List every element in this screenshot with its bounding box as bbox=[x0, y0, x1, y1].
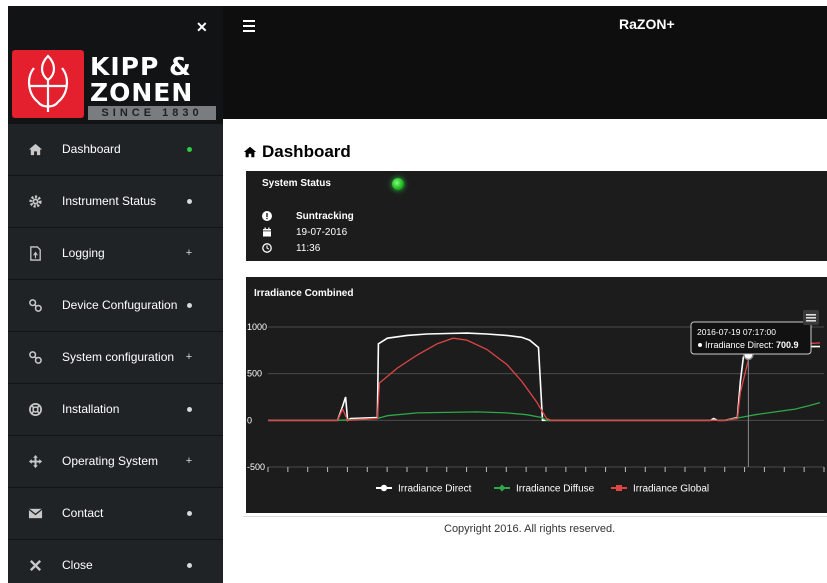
system-status-title: System Status bbox=[262, 178, 331, 189]
exclamation-circle-icon bbox=[262, 211, 272, 221]
sidebar-item-close[interactable]: Close bbox=[8, 540, 223, 583]
app-window: ✕ KIPP & ZONEN SINCE 1830 Dashboard Inst… bbox=[0, 0, 827, 583]
sidebar-item-label: Operating System bbox=[62, 454, 159, 468]
sidebar-header: ✕ KIPP & ZONEN SINCE 1830 bbox=[8, 6, 223, 124]
status-time: 11:36 bbox=[296, 242, 321, 254]
page-title-text: Dashboard bbox=[262, 142, 351, 161]
indicator-dot bbox=[182, 402, 196, 416]
sidebar-item-label: Logging bbox=[62, 246, 105, 260]
status-row-time: 11:36 bbox=[262, 241, 320, 255]
chart-context-menu-icon[interactable] bbox=[803, 310, 819, 325]
legend-item-irradiance-diffuse[interactable]: Irradiance Diffuse bbox=[494, 484, 595, 495]
lifebuoy-icon bbox=[26, 400, 44, 418]
indicator-dot bbox=[182, 506, 196, 520]
link-icon bbox=[26, 296, 44, 314]
legend-label: Irradiance Global bbox=[633, 484, 709, 495]
expand-plus-icon: + bbox=[185, 455, 193, 467]
kipp-zonen-logo: KIPP & ZONEN SINCE 1830 bbox=[12, 50, 220, 122]
calendar-icon bbox=[262, 227, 272, 237]
tooltip-series-label: Irradiance Direct: 700.9 bbox=[705, 340, 799, 350]
clock-icon bbox=[262, 243, 272, 253]
status-date: 19-07-2016 bbox=[296, 226, 348, 238]
system-status-panel: System Status Suntracking 19-07-2016 11:… bbox=[246, 171, 827, 261]
chart-legend[interactable]: Irradiance Direct Irradiance Diffuse Irrad… bbox=[376, 484, 709, 495]
legend-item-irradiance-direct[interactable]: Irradiance Direct bbox=[376, 484, 472, 495]
status-row-date: 19-07-2016 bbox=[262, 225, 347, 239]
sidebar-menu: Dashboard Instrument Status Logging + De… bbox=[8, 124, 223, 583]
sidebar-item-logging[interactable]: Logging + bbox=[8, 228, 223, 280]
file-icon bbox=[26, 244, 44, 262]
sidebar-item-label: Instrument Status bbox=[62, 194, 157, 208]
legend-item-irradiance-global[interactable]: Irradiance Global bbox=[611, 484, 709, 495]
sidebar-item-operating-system[interactable]: Operating System + bbox=[8, 436, 223, 488]
home-icon bbox=[26, 140, 44, 158]
indicator-dot bbox=[182, 298, 196, 312]
irradiance-chart[interactable]: -50005001000 2016-07-19 07:17:00Irradian… bbox=[246, 277, 827, 513]
logo-emblem-icon bbox=[12, 50, 84, 118]
sidebar-item-instrument-status[interactable]: Instrument Status bbox=[8, 176, 223, 228]
app-title: RaZON+ bbox=[619, 16, 675, 32]
envelope-icon bbox=[26, 504, 44, 522]
home-icon bbox=[243, 146, 257, 158]
y-tick-label: 500 bbox=[247, 369, 262, 379]
sidebar-item-label: Contact bbox=[62, 506, 104, 520]
tooltip-series-dot bbox=[698, 343, 702, 347]
status-row-mode: Suntracking bbox=[262, 209, 354, 223]
page-title: Dashboard bbox=[243, 142, 351, 162]
sidebar-item-contact[interactable]: Contact bbox=[8, 488, 223, 540]
y-tick-label: 0 bbox=[247, 415, 252, 425]
y-tick-label: -500 bbox=[247, 462, 265, 472]
sidebar-item-dashboard[interactable]: Dashboard bbox=[8, 124, 223, 176]
footer-divider bbox=[243, 516, 827, 517]
sidebar-item-device-configuration[interactable]: Device Confuguration bbox=[8, 280, 223, 332]
legend-marker bbox=[498, 484, 506, 492]
copyright-text: Copyright 2016. All rights reserved. bbox=[444, 523, 616, 535]
link-icon bbox=[26, 348, 44, 366]
chart-tooltip: 2016-07-19 07:17:00 Irradiance Direct: 70… bbox=[690, 321, 812, 467]
expand-plus-icon: + bbox=[185, 351, 193, 363]
expand-plus-icon: + bbox=[185, 247, 193, 259]
active-indicator-dot bbox=[182, 142, 196, 156]
chart-x-ticks bbox=[267, 467, 825, 472]
legend-label: Irradiance Diffuse bbox=[516, 484, 595, 495]
y-tick-label: 1000 bbox=[247, 322, 267, 332]
sidebar-close-icon[interactable]: ✕ bbox=[196, 20, 208, 34]
hamburger-menu-icon[interactable] bbox=[243, 20, 255, 32]
legend-marker bbox=[380, 484, 388, 492]
status-mode: Suntracking bbox=[296, 210, 354, 222]
legend-label: Irradiance Direct bbox=[398, 484, 472, 495]
sidebar-item-label: System configuration bbox=[62, 350, 175, 364]
gear-icon bbox=[26, 192, 44, 210]
sidebar-item-system-configuration[interactable]: System configuration + bbox=[8, 332, 223, 384]
chart-y-ticks: -500 0 500 1000 bbox=[247, 322, 267, 472]
move-icon bbox=[26, 452, 44, 470]
legend-marker bbox=[616, 485, 622, 491]
indicator-dot bbox=[182, 558, 196, 572]
tooltip-value: 700.9 bbox=[776, 340, 799, 350]
indicator-dot bbox=[182, 194, 196, 208]
top-header: RaZON+ bbox=[223, 6, 827, 119]
logo-since: SINCE 1830 bbox=[88, 106, 216, 120]
sidebar: ✕ KIPP & ZONEN SINCE 1830 Dashboard Inst… bbox=[8, 6, 223, 583]
sidebar-item-installation[interactable]: Installation bbox=[8, 384, 223, 436]
irradiance-chart-panel: Irradiance Combined -500 0 500 1000 2016-07… bbox=[246, 277, 827, 513]
status-led-indicator bbox=[392, 178, 404, 190]
close-icon bbox=[26, 556, 44, 574]
sidebar-item-label: Installation bbox=[62, 402, 120, 416]
tooltip-timestamp: 2016-07-19 07:17:00 bbox=[697, 327, 776, 337]
logo-text-zonen: ZONEN bbox=[90, 78, 194, 107]
logo-text-kipp: KIPP & bbox=[90, 52, 192, 81]
sidebar-item-label: Device Confuguration bbox=[62, 298, 178, 312]
sidebar-item-label: Dashboard bbox=[62, 142, 121, 156]
sidebar-item-label: Close bbox=[62, 558, 93, 572]
